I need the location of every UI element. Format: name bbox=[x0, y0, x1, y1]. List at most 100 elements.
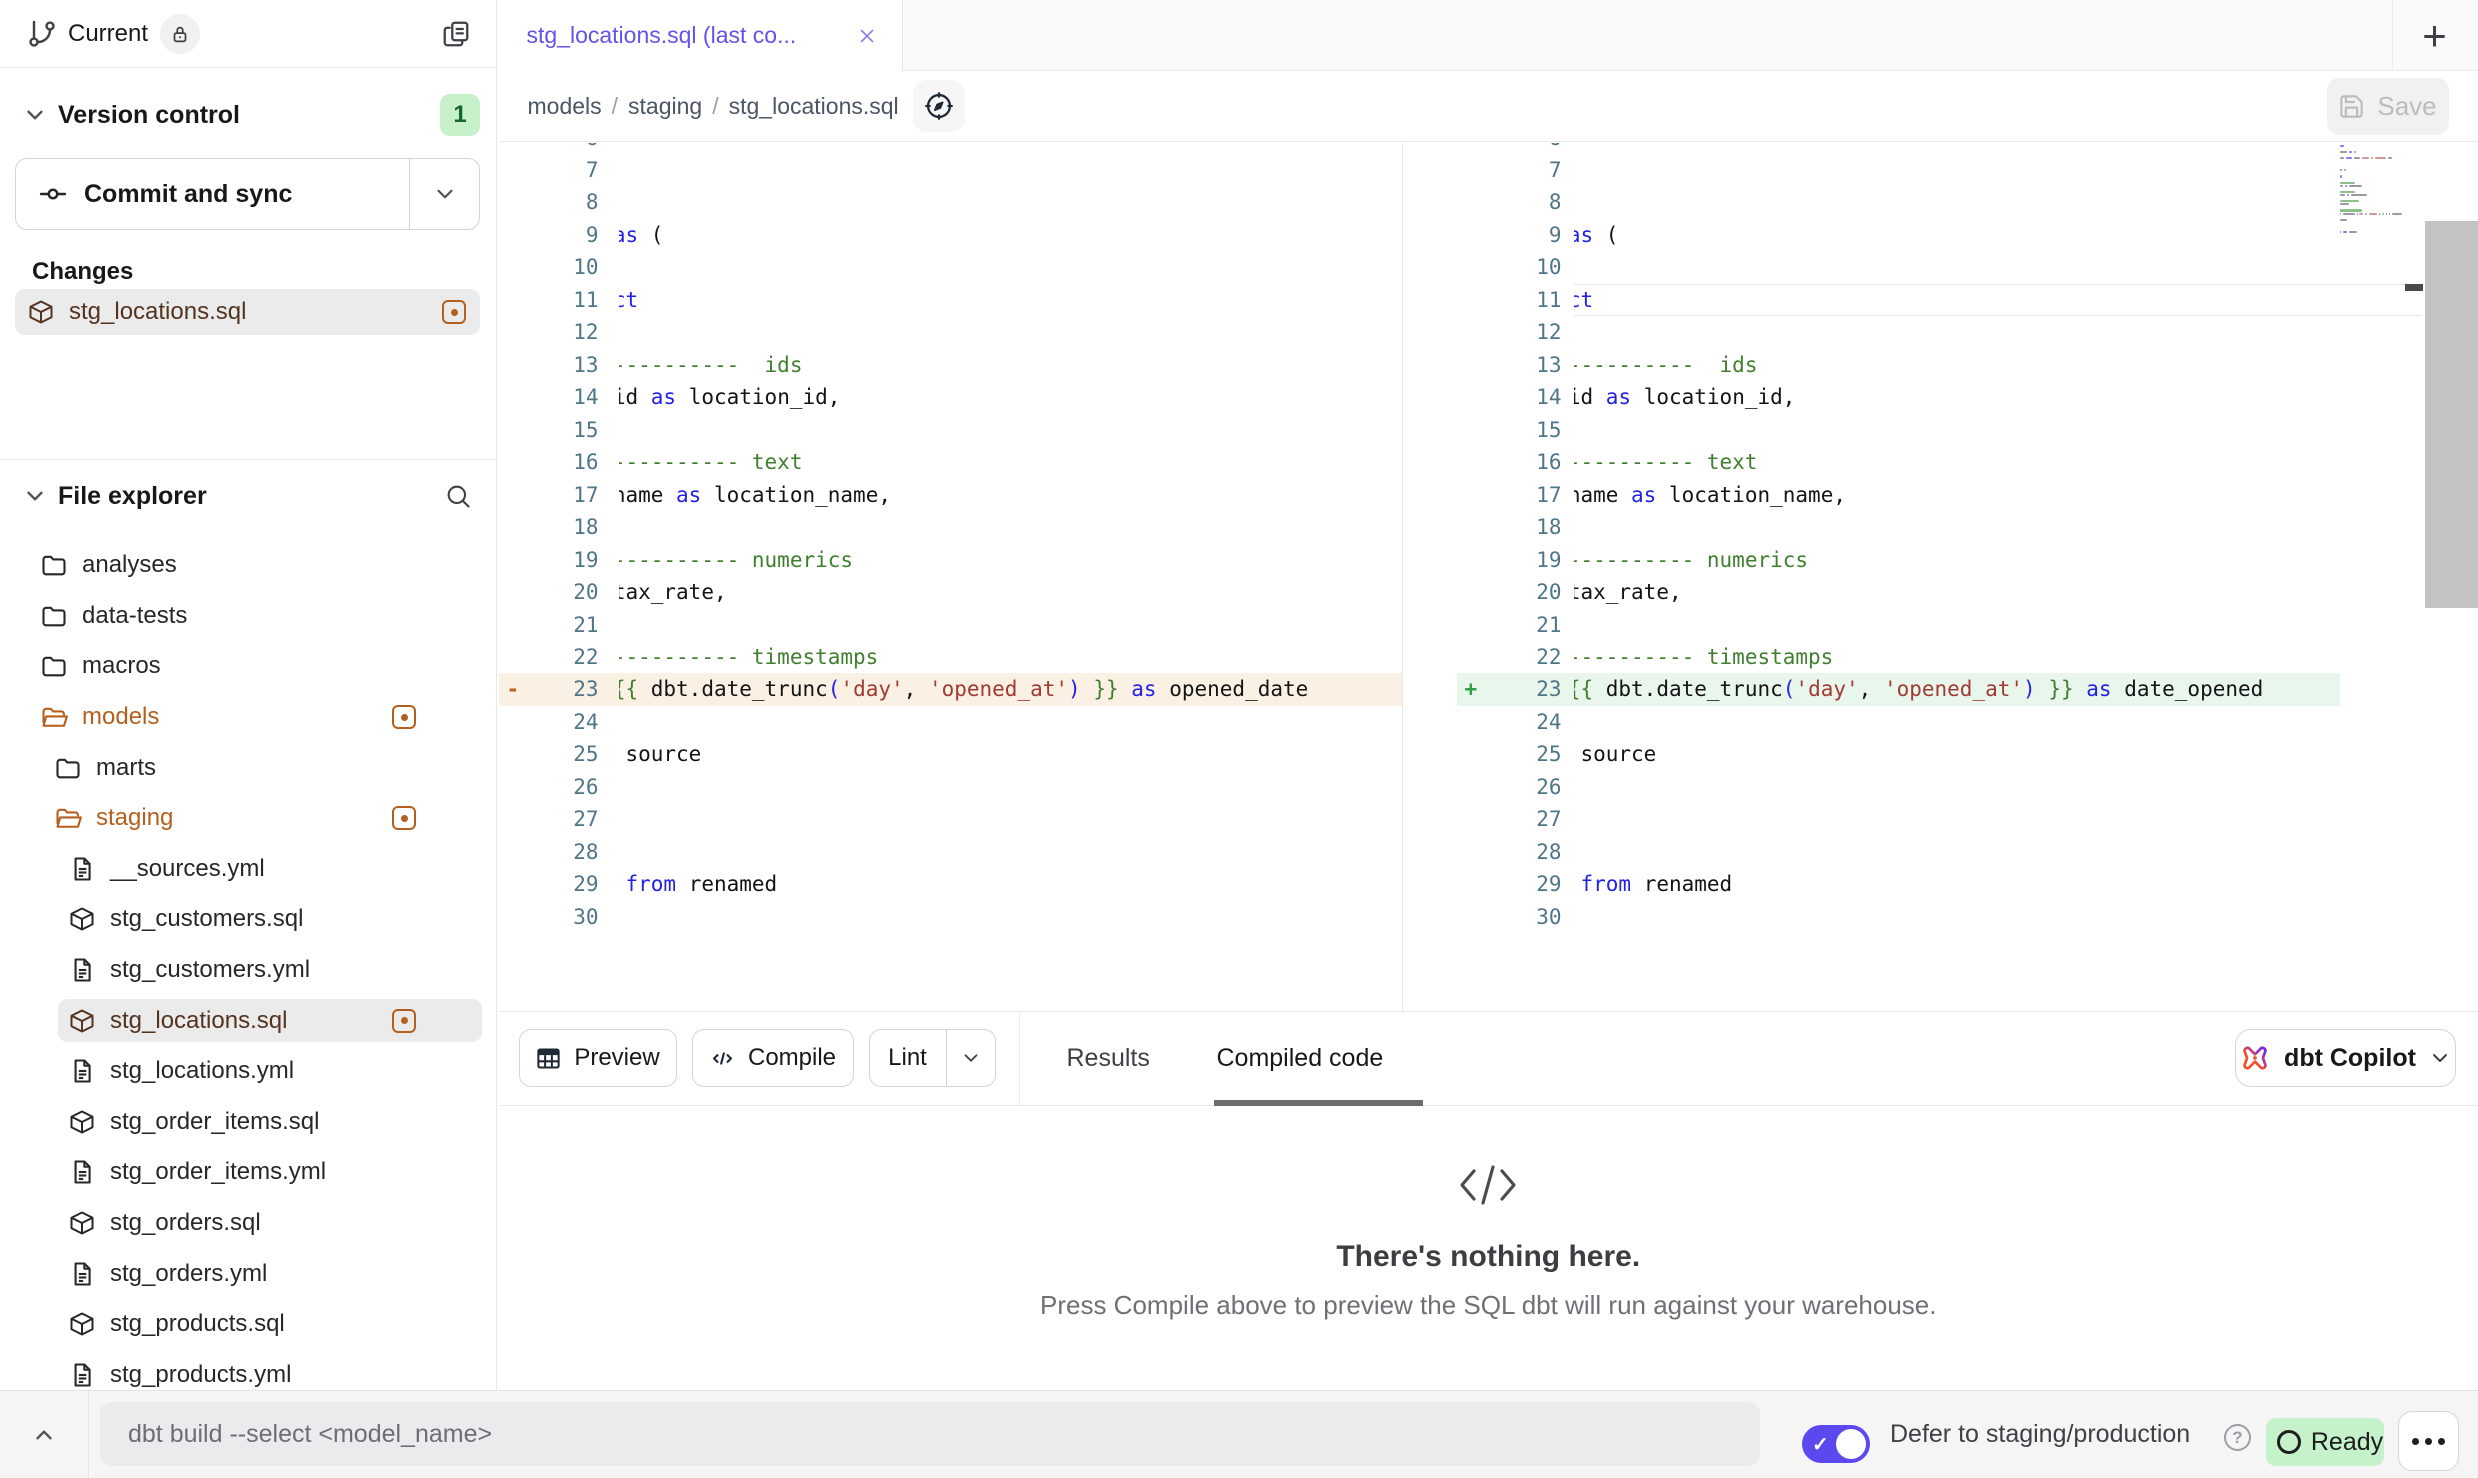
diff-pane-original[interactable]: 6789as (1011ct1213---------- ids14id as … bbox=[499, 143, 1402, 1012]
code-line-29[interactable]: 29 from renamed bbox=[1457, 868, 2340, 900]
save-button[interactable]: Save bbox=[2327, 78, 2449, 135]
more-options-button[interactable] bbox=[2398, 1411, 2459, 1471]
code-line-27[interactable]: 27 bbox=[1457, 803, 2340, 835]
file-item-stg-customers-sql[interactable]: stg_customers.sql bbox=[0, 894, 497, 945]
code-line-25[interactable]: 25 source bbox=[499, 738, 1402, 770]
tab-stg-locations-sql[interactable]: stg_locations.sql (last co... bbox=[499, 0, 903, 71]
code-line-22[interactable]: 22---------- timestamps bbox=[499, 641, 1402, 673]
breadcrumb-staging[interactable]: staging bbox=[628, 93, 702, 119]
code-line-7[interactable]: 7 bbox=[499, 154, 1402, 186]
code-line-6[interactable]: 6 bbox=[1457, 143, 2340, 154]
expand-command-bar-button[interactable] bbox=[20, 1413, 68, 1457]
code-line-30[interactable]: 30 bbox=[1457, 901, 2340, 933]
code-line-12[interactable]: 12 bbox=[499, 316, 1402, 348]
file-item-macros[interactable]: macros bbox=[0, 641, 497, 692]
code-line-7[interactable]: 7 bbox=[1457, 154, 2340, 186]
file-item-stg-locations-yml[interactable]: stg_locations.yml bbox=[0, 1046, 497, 1097]
code-line-9[interactable]: 9as ( bbox=[499, 219, 1402, 251]
file-item-stg-order-items-sql[interactable]: stg_order_items.sql bbox=[0, 1097, 497, 1148]
lint-options-caret[interactable] bbox=[946, 1030, 995, 1086]
file-item-stg-products-sql[interactable]: stg_products.sql bbox=[0, 1299, 497, 1350]
file-item--sources-yml[interactable]: __sources.yml bbox=[0, 844, 497, 895]
command-input[interactable] bbox=[100, 1402, 1760, 1466]
code-line-10[interactable]: 10 bbox=[499, 251, 1402, 283]
compile-button[interactable]: Compile bbox=[692, 1029, 854, 1087]
code-line-17[interactable]: 17name as location_name, bbox=[1457, 479, 2340, 511]
file-item-data-tests[interactable]: data-tests bbox=[0, 591, 497, 642]
dbt-copilot-button[interactable]: dbt Copilot bbox=[2235, 1029, 2456, 1087]
code-line-20[interactable]: 20tax_rate, bbox=[1457, 576, 2340, 608]
code-line-10[interactable]: 10 bbox=[1457, 251, 2340, 283]
code-line-15[interactable]: 15 bbox=[1457, 414, 2340, 446]
code-line-14[interactable]: 14id as location_id, bbox=[1457, 381, 2340, 413]
file-item-analyses[interactable]: analyses bbox=[0, 540, 497, 591]
code-line-16[interactable]: 16---------- text bbox=[1457, 446, 2340, 478]
code-line-11[interactable]: 11ct bbox=[499, 284, 1402, 316]
defer-toggle[interactable]: ✓ bbox=[1802, 1425, 1870, 1463]
tab-close-button[interactable] bbox=[852, 21, 882, 51]
code-line-27[interactable]: 27 bbox=[499, 803, 1402, 835]
code-line-28[interactable]: 28 bbox=[499, 836, 1402, 868]
tab-compiled-code[interactable]: Compiled code bbox=[1217, 1012, 1384, 1105]
file-item-stg-customers-yml[interactable]: stg_customers.yml bbox=[0, 945, 497, 996]
file-item-stg-orders-sql[interactable]: stg_orders.sql bbox=[0, 1198, 497, 1249]
file-item-models[interactable]: models bbox=[0, 692, 497, 743]
code-line-12[interactable]: 12 bbox=[1457, 316, 2340, 348]
code-line-21[interactable]: 21 bbox=[499, 609, 1402, 641]
file-item-staging[interactable]: staging bbox=[0, 793, 497, 844]
code-text bbox=[619, 154, 1402, 186]
code-line-6[interactable]: 6 bbox=[499, 143, 1402, 154]
commit-and-sync-main[interactable]: Commit and sync bbox=[16, 159, 409, 229]
version-control-header[interactable]: Version control 1 bbox=[0, 68, 496, 136]
code-line-26[interactable]: 26 bbox=[499, 771, 1402, 803]
code-line-16[interactable]: 16---------- text bbox=[499, 446, 1402, 478]
tab-results[interactable]: Results bbox=[1067, 1012, 1150, 1105]
code-line-23[interactable]: +23{{ dbt.date_trunc('day', 'opened_at')… bbox=[1457, 673, 2340, 705]
code-line-18[interactable]: 18 bbox=[1457, 511, 2340, 543]
code-line-14[interactable]: 14id as location_id, bbox=[499, 381, 1402, 413]
commit-and-sync-button[interactable]: Commit and sync bbox=[15, 158, 480, 230]
code-line-13[interactable]: 13---------- ids bbox=[499, 349, 1402, 381]
file-search-button[interactable] bbox=[440, 478, 476, 514]
code-line-9[interactable]: 9as ( bbox=[1457, 219, 2340, 251]
code-line-19[interactable]: 19---------- numerics bbox=[499, 544, 1402, 576]
code-line-15[interactable]: 15 bbox=[499, 414, 1402, 446]
file-item-stg-locations-sql[interactable]: stg_locations.sql bbox=[0, 995, 497, 1046]
breadcrumb-file[interactable]: stg_locations.sql bbox=[729, 93, 899, 119]
code-line-19[interactable]: 19---------- numerics bbox=[1457, 544, 2340, 576]
preview-button[interactable]: Preview bbox=[519, 1029, 677, 1087]
file-item-marts[interactable]: marts bbox=[0, 742, 497, 793]
code-line-26[interactable]: 26 bbox=[1457, 771, 2340, 803]
code-line-23[interactable]: -23{{ dbt.date_trunc('day', 'opened_at')… bbox=[499, 673, 1402, 705]
new-tab-button[interactable]: + bbox=[2407, 8, 2463, 64]
code-line-17[interactable]: 17name as location_name, bbox=[499, 479, 1402, 511]
code-line-30[interactable]: 30 bbox=[499, 901, 1402, 933]
code-line-22[interactable]: 22---------- timestamps bbox=[1457, 641, 2340, 673]
file-explorer-header[interactable]: File explorer bbox=[22, 478, 476, 514]
code-line-25[interactable]: 25 source bbox=[1457, 738, 2340, 770]
diff-pane-modified[interactable]: 6789as (1011ct1213---------- ids14id as … bbox=[1457, 143, 2340, 1012]
help-icon[interactable]: ? bbox=[2224, 1424, 2251, 1451]
breadcrumb-models[interactable]: models bbox=[528, 93, 602, 119]
code-line-29[interactable]: 29 from renamed bbox=[499, 868, 1402, 900]
lineage-compass-button[interactable] bbox=[913, 80, 965, 132]
copy-button[interactable] bbox=[436, 14, 476, 54]
file-item-stg-order-items-yml[interactable]: stg_order_items.yml bbox=[0, 1147, 497, 1198]
code-line-18[interactable]: 18 bbox=[499, 511, 1402, 543]
code-line-24[interactable]: 24 bbox=[499, 706, 1402, 738]
code-line-8[interactable]: 8 bbox=[499, 186, 1402, 218]
lint-button[interactable]: Lint bbox=[869, 1029, 996, 1087]
status-ready-badge[interactable]: Ready bbox=[2266, 1418, 2384, 1466]
editor-scrollbar[interactable] bbox=[2425, 221, 2478, 608]
changed-file-row[interactable]: stg_locations.sql bbox=[15, 289, 480, 335]
code-line-20[interactable]: 20tax_rate, bbox=[499, 576, 1402, 608]
code-line-8[interactable]: 8 bbox=[1457, 186, 2340, 218]
code-line-28[interactable]: 28 bbox=[1457, 836, 2340, 868]
code-line-13[interactable]: 13---------- ids bbox=[1457, 349, 2340, 381]
minimap[interactable] bbox=[2340, 145, 2402, 238]
lint-label[interactable]: Lint bbox=[870, 1044, 946, 1072]
code-line-21[interactable]: 21 bbox=[1457, 609, 2340, 641]
file-item-stg-orders-yml[interactable]: stg_orders.yml bbox=[0, 1248, 497, 1299]
code-line-24[interactable]: 24 bbox=[1457, 706, 2340, 738]
commit-options-caret[interactable] bbox=[409, 159, 479, 229]
